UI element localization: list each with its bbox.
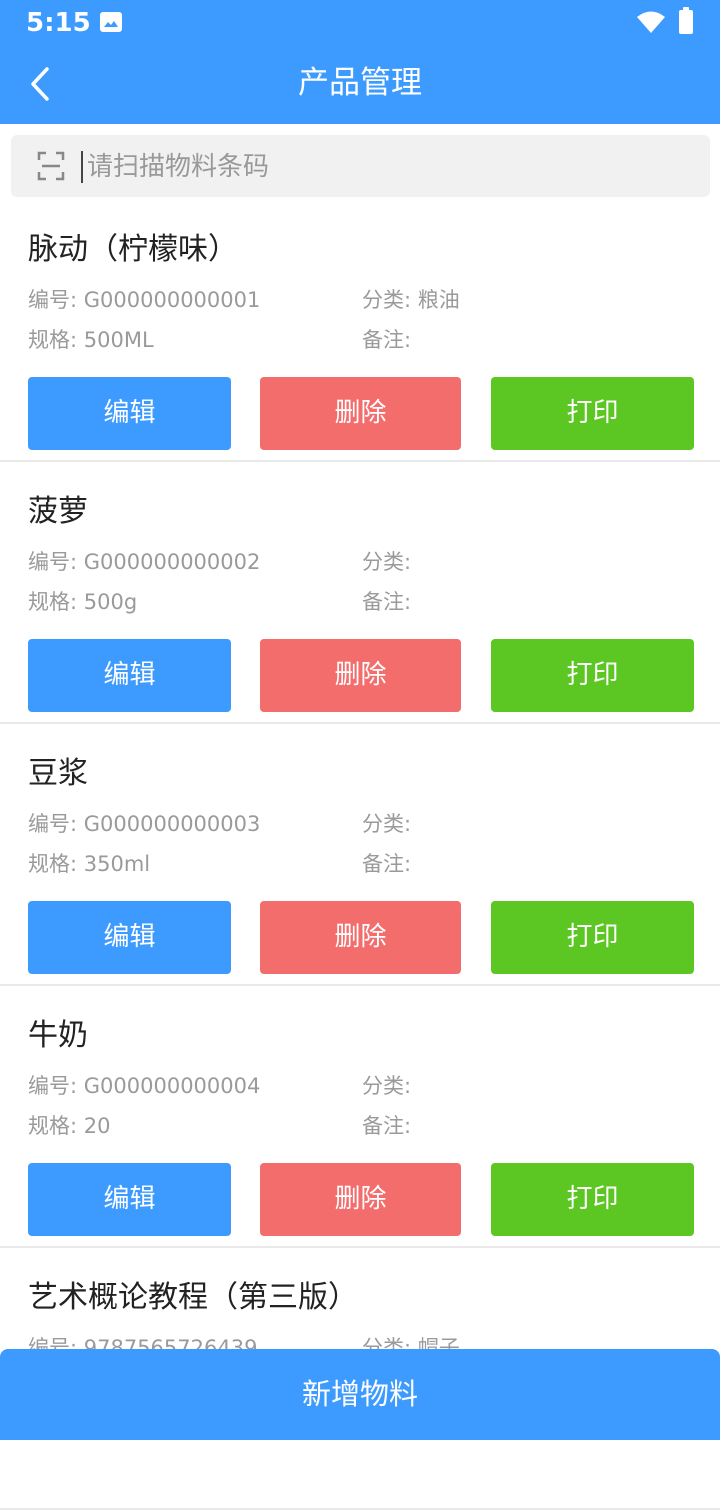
product-note: 备注: [362,852,412,876]
delete-button[interactable]: 删除 [260,377,461,450]
search-bar[interactable] [11,135,710,199]
product-card: 菠萝 编号: G000000000002 分类: 规格: 500g 备注: 编辑… [0,462,720,724]
edit-button[interactable]: 编辑 [28,901,231,974]
edit-button[interactable]: 编辑 [28,639,231,712]
product-category: 分类: 粮油 [362,288,460,312]
edit-button[interactable]: 编辑 [28,377,231,450]
image-icon [100,12,122,32]
product-code: 编号: G000000000001 [28,288,261,312]
product-note: 备注: [362,328,412,352]
product-category: 分类: [362,550,412,574]
product-code: 编号: G000000000002 [28,550,261,574]
app-header: 5:15 产品管理 [0,0,720,124]
product-code: 编号: G000000000004 [28,1074,261,1098]
product-card: 脉动（柠檬味） 编号: G000000000001 分类: 粮油 规格: 500… [0,200,720,462]
delete-button[interactable]: 删除 [260,639,461,712]
product-category: 分类: [362,812,412,836]
barcode-input[interactable] [85,135,689,199]
product-name: 牛奶 [28,1018,88,1053]
print-button[interactable]: 打印 [491,639,694,712]
status-bar: 5:15 [0,0,720,46]
edit-button[interactable]: 编辑 [28,1163,231,1236]
product-card: 豆浆 编号: G000000000003 分类: 规格: 350ml 备注: 编… [0,724,720,986]
product-name: 脉动（柠檬味） [28,232,238,267]
product-spec: 规格: 20 [28,1114,111,1138]
product-name: 菠萝 [28,494,88,529]
product-note: 备注: [362,590,412,614]
status-time: 5:15 [26,8,91,38]
battery-icon [679,7,693,34]
print-button[interactable]: 打印 [491,377,694,450]
product-category: 分类: [362,1074,412,1098]
product-name: 豆浆 [28,756,88,791]
text-caret [81,151,83,183]
add-material-button[interactable]: 新增物料 [0,1349,720,1440]
product-spec: 规格: 350ml [28,852,151,876]
product-list: 脉动（柠檬味） 编号: G000000000001 分类: 粮油 规格: 500… [0,200,720,1510]
scan-icon[interactable] [37,151,65,185]
delete-button[interactable]: 删除 [260,1163,461,1236]
product-card: 牛奶 编号: G000000000004 分类: 规格: 20 备注: 编辑 删… [0,986,720,1248]
product-code: 编号: G000000000003 [28,812,261,836]
product-spec: 规格: 500g [28,590,138,614]
product-note: 备注: [362,1114,412,1138]
wifi-icon [636,10,666,38]
print-button[interactable]: 打印 [491,901,694,974]
print-button[interactable]: 打印 [491,1163,694,1236]
delete-button[interactable]: 删除 [260,901,461,974]
page-title: 产品管理 [298,65,422,101]
product-name: 艺术概论教程（第三版） [28,1280,358,1315]
product-spec: 规格: 500ML [28,328,154,352]
